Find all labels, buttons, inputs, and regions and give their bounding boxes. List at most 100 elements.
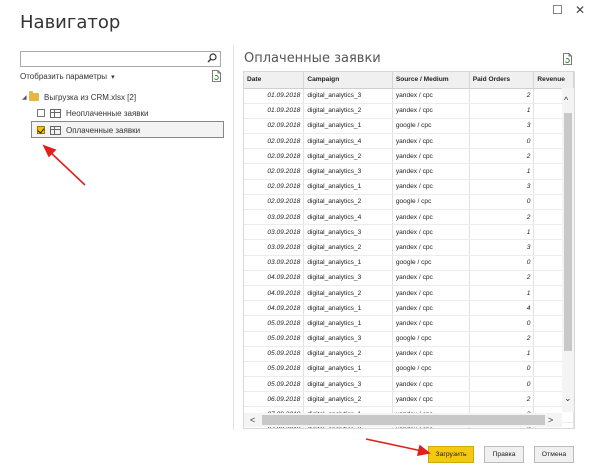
table-row: 04.09.2018 digital_analytics_2 yandex / cp… [244, 285, 574, 302]
table-row: 04.09.2018 digital_analytics_3 yandex / cp… [244, 270, 574, 286]
scroll-left-icon[interactable]: < [250, 416, 255, 425]
checkbox[interactable] [37, 109, 45, 117]
table-cell: yandex / cpc [392, 376, 470, 393]
checkbox-checked[interactable] [37, 126, 45, 134]
table-cell: digital_analytics_3 [303, 224, 393, 241]
table-cell: google / cpc [392, 255, 470, 271]
edit-button[interactable]: Правка [484, 446, 524, 463]
table-cell: yandex / cpc [392, 148, 470, 165]
scroll-right-icon[interactable]: > [548, 416, 553, 425]
search-icon[interactable] [207, 53, 217, 63]
table-cell: digital_analytics_1 [303, 179, 393, 195]
table-cell: 05.09.2018 [244, 315, 305, 332]
display-options-dropdown[interactable]: Отобразить параметры ▾ [20, 72, 115, 81]
table-row: 05.09.2018 digital_analytics_3 google / cp… [244, 331, 574, 347]
table-cell: 02.09.2018 [244, 133, 305, 150]
table-row: 02.09.2018 digital_analytics_2 yandex / cp… [244, 148, 574, 165]
table-cell: 2 [469, 148, 535, 165]
table-cell: 2 [469, 331, 535, 347]
table-cell: digital_analytics_2 [303, 391, 393, 408]
column-header[interactable]: Revenue [533, 72, 574, 89]
data-table: Date Campaign Source / Medium Paid Orders Re… [244, 72, 574, 428]
table-cell: digital_analytics_2 [303, 194, 393, 211]
table-cell: yandex / cpc [392, 209, 470, 226]
pane-divider[interactable] [233, 45, 234, 430]
table-cell: 03.09.2018 [244, 209, 305, 226]
horizontal-scroll-thumb[interactable] [262, 415, 545, 425]
table-cell: 05.09.2018 [244, 376, 305, 393]
table-cell: 0 [469, 315, 535, 332]
column-header[interactable]: Date [244, 72, 305, 89]
table-cell: 03.09.2018 [244, 224, 305, 241]
table-cell: digital_analytics_1 [303, 315, 393, 332]
scroll-down-icon[interactable]: ⌄ [564, 394, 572, 403]
table-cell: 02.09.2018 [244, 148, 305, 165]
load-button[interactable]: Загрузить [428, 446, 474, 463]
table-row: 03.09.2018 digital_analytics_3 yandex / cp… [244, 224, 574, 241]
table-cell: 1 [469, 285, 535, 302]
table-cell: 4 [469, 300, 535, 317]
dialog-title: Навигатор [20, 12, 121, 33]
table-row: 05.09.2018 digital_analytics_2 yandex / cp… [244, 346, 574, 362]
table-cell: yandex / cpc [392, 270, 470, 286]
cancel-button[interactable]: Отмена [534, 446, 574, 463]
table-cell: 01.09.2018 [244, 103, 305, 119]
column-header[interactable]: Source / Medium [392, 72, 470, 89]
column-header[interactable]: Campaign [303, 72, 393, 89]
table-row: 02.09.2018 digital_analytics_1 yandex / cp… [244, 179, 574, 195]
table-row: 05.09.2018 digital_analytics_1 google / cp… [244, 361, 574, 378]
table-cell: yandex / cpc [392, 133, 470, 150]
tree-item-label: Оплаченные заявки [66, 125, 141, 135]
vertical-scroll-thumb[interactable] [564, 113, 572, 351]
table-cell: google / cpc [392, 194, 470, 211]
table-cell: 0 [469, 376, 535, 393]
table-cell: google / cpc [392, 331, 470, 347]
table-cell: yandex / cpc [392, 315, 470, 332]
table-cell: 1 [469, 163, 535, 180]
table-cell: digital_analytics_1 [303, 300, 393, 317]
table-cell: 0 [469, 194, 535, 211]
table-row: 02.09.2018 digital_analytics_4 yandex / cp… [244, 133, 574, 150]
table-cell: 0 [469, 255, 535, 271]
column-header[interactable]: Paid Orders [469, 72, 535, 89]
refresh-preview-icon[interactable] [212, 70, 221, 82]
table-icon [50, 125, 61, 135]
chevron-down-icon: ▾ [111, 74, 115, 81]
tree-item-file[interactable]: ◢ Выгрузка из CRM.xlsx [2] [22, 90, 136, 104]
table-cell: digital_analytics_3 [303, 270, 393, 286]
table-cell: digital_analytics_1 [303, 118, 393, 135]
table-icon [50, 108, 61, 118]
table-cell: digital_analytics_2 [303, 285, 393, 302]
table-cell: 01.09.2018 [244, 88, 305, 104]
table-cell: yandex / cpc [392, 179, 470, 195]
close-button[interactable]: ✕ [575, 4, 585, 16]
table-row: 03.09.2018 digital_analytics_1 google / cp… [244, 255, 574, 271]
table-cell: yandex / cpc [392, 285, 470, 302]
preview-options-icon[interactable] [563, 53, 572, 65]
table-cell: 2 [469, 270, 535, 286]
tree-item-label: Выгрузка из CRM.xlsx [2] [44, 92, 137, 102]
restore-button[interactable]: ☐ [552, 4, 563, 16]
table-cell: yandex / cpc [392, 239, 470, 256]
table-cell: yandex / cpc [392, 163, 470, 180]
table-cell: yandex / cpc [392, 88, 470, 104]
table-cell: 3 [469, 179, 535, 195]
table-cell: yandex / cpc [392, 300, 470, 317]
table-cell: 04.09.2018 [244, 285, 305, 302]
table-cell: 02.09.2018 [244, 194, 305, 211]
tree-item-unpaid[interactable]: Неоплаченные заявки [37, 106, 149, 120]
tree-item-paid[interactable]: Оплаченные заявки [37, 123, 140, 137]
table-cell: 05.09.2018 [244, 361, 305, 378]
table-cell: digital_analytics_4 [303, 133, 393, 150]
search-input[interactable] [20, 51, 221, 67]
scroll-up-icon[interactable]: ^ [564, 96, 568, 105]
expand-triangle-icon[interactable]: ◢ [22, 94, 29, 101]
table-cell: 03.09.2018 [244, 255, 305, 271]
tree-item-label: Неоплаченные заявки [66, 108, 149, 118]
table-cell: digital_analytics_3 [303, 88, 393, 104]
table-cell: 02.09.2018 [244, 118, 305, 135]
table-row: 05.09.2018 digital_analytics_1 yandex / cp… [244, 315, 574, 332]
table-cell: yandex / cpc [392, 391, 470, 408]
table-cell: yandex / cpc [392, 103, 470, 119]
data-preview-grid[interactable]: Date Campaign Source / Medium Paid Orders Re… [243, 71, 575, 429]
